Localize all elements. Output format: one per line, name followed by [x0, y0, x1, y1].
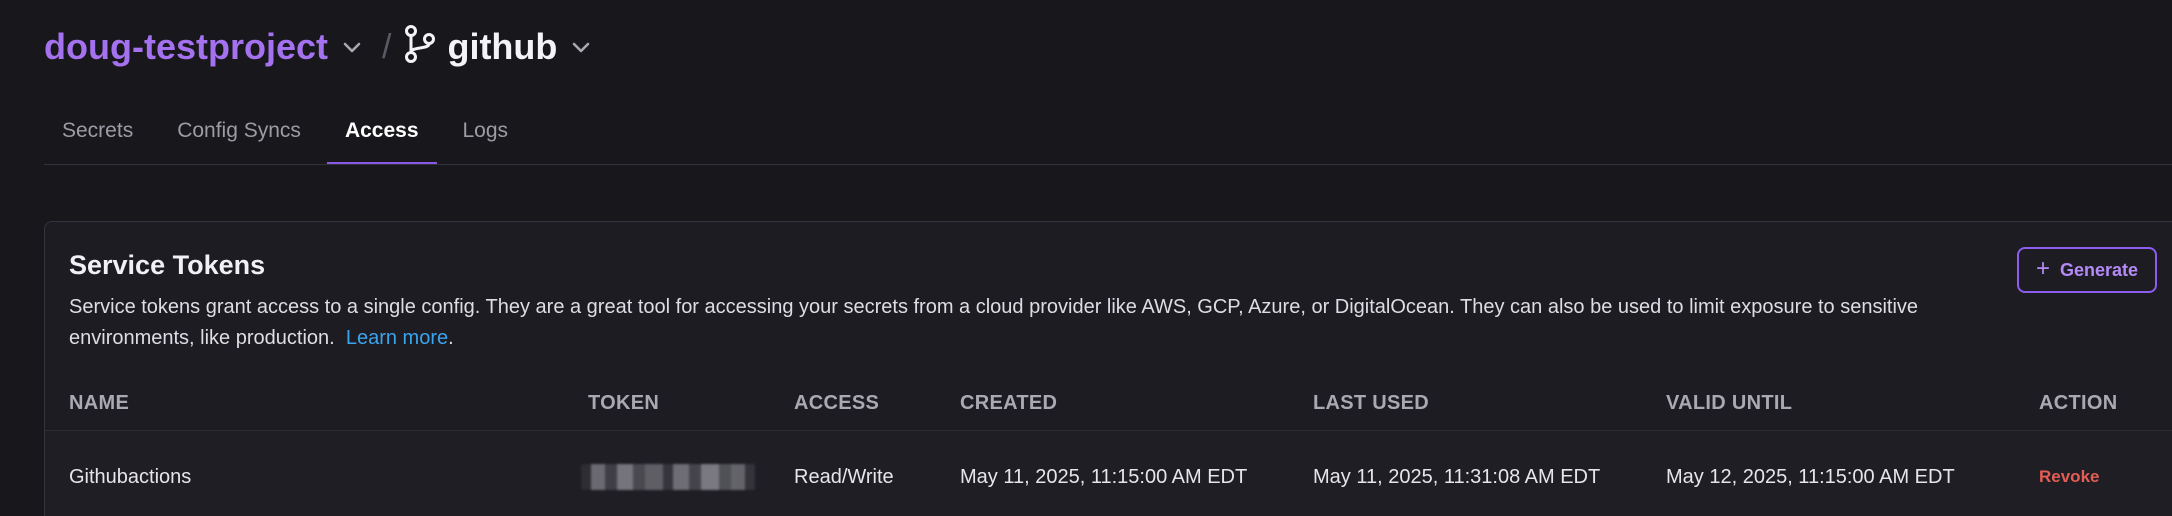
service-tokens-card: Service Tokens Service tokens grant acce…: [44, 221, 2172, 516]
tab-config-syncs[interactable]: Config Syncs: [159, 108, 319, 164]
tab-secrets[interactable]: Secrets: [44, 108, 151, 164]
config-selector[interactable]: github: [447, 26, 557, 68]
column-header-access: ACCESS: [794, 392, 880, 414]
token-value-masked[interactable]: [581, 464, 755, 490]
description-period: .: [448, 327, 454, 349]
git-branch-icon: [405, 25, 436, 63]
page: doug-testproject / github Secrets Config…: [0, 0, 2172, 516]
card-title: Service Tokens: [69, 250, 266, 280]
project-selector[interactable]: doug-testproject: [44, 26, 328, 68]
column-header-last-used: LAST USED: [1313, 392, 1430, 414]
tab-logs[interactable]: Logs: [445, 108, 527, 164]
table-row: Githubactions Read/Write May 11, 2025, 1…: [45, 431, 2172, 516]
breadcrumb: doug-testproject / github: [44, 22, 603, 72]
chevron-down-icon[interactable]: [569, 35, 593, 59]
generate-button[interactable]: + Generate: [2017, 247, 2157, 293]
tab-bar: Secrets Config Syncs Access Logs: [44, 108, 2172, 165]
revoke-button[interactable]: Revoke: [2039, 467, 2099, 487]
generate-label: Generate: [2059, 259, 2139, 280]
card-description: Service tokens grant access to a single …: [69, 292, 1989, 354]
token-last-used: May 11, 2025, 11:31:08 AM EDT: [1313, 466, 1601, 488]
token-access: Read/Write: [794, 466, 894, 488]
column-header-name: NAME: [69, 392, 130, 414]
learn-more-link[interactable]: Learn more: [346, 327, 448, 349]
column-header-token: TOKEN: [588, 392, 660, 414]
column-header-created: CREATED: [960, 392, 1058, 414]
column-header-valid-until: VALID UNTIL: [1666, 392, 1793, 414]
table-header: NAME TOKEN ACCESS CREATED LAST USED VALI…: [45, 390, 2172, 431]
tab-access[interactable]: Access: [326, 108, 437, 164]
token-name: Githubactions: [69, 466, 192, 488]
token-valid-until: May 12, 2025, 11:15:00 AM EDT: [1666, 466, 1955, 488]
column-header-action: ACTION: [2039, 392, 2118, 414]
breadcrumb-separator: /: [382, 27, 392, 66]
chevron-down-icon[interactable]: [340, 35, 364, 59]
token-created: May 11, 2025, 11:15:00 AM EDT: [960, 466, 1248, 488]
plus-icon: +: [2035, 254, 2050, 282]
